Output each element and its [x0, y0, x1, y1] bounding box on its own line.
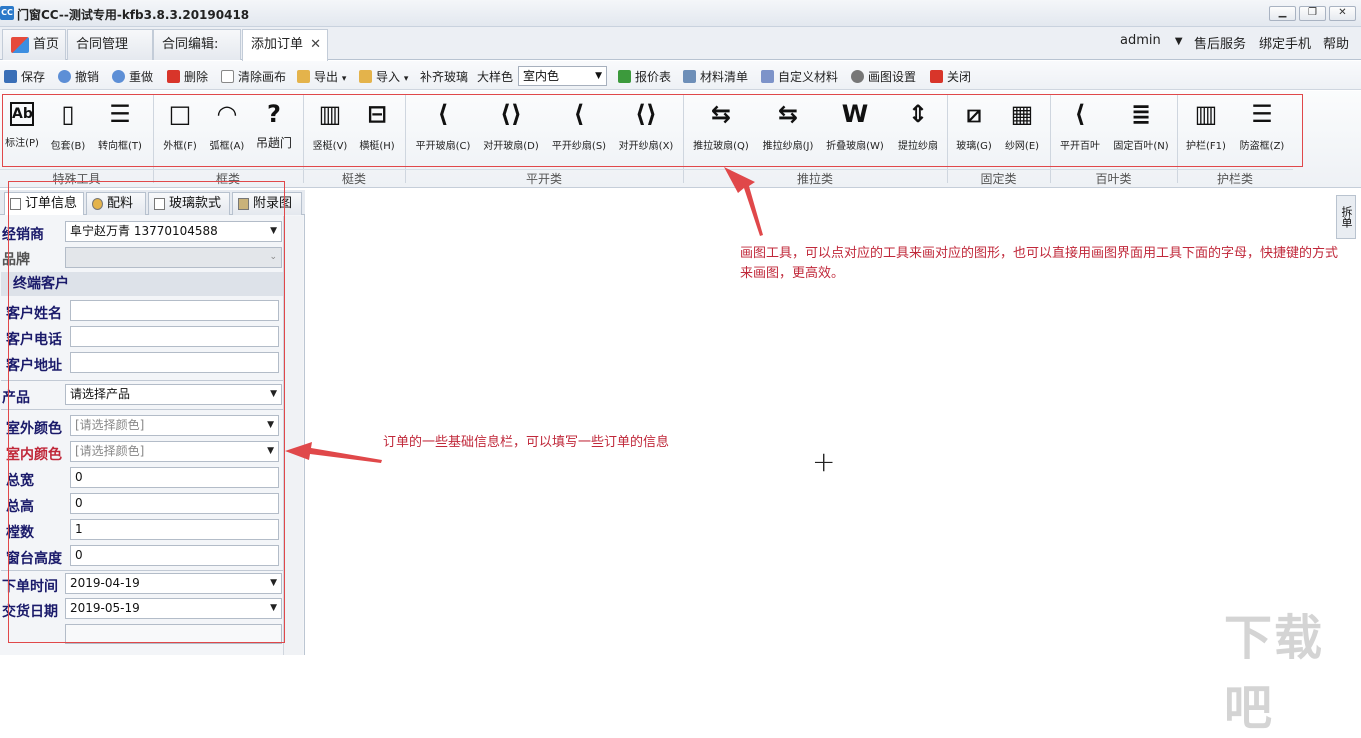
arrow-to-order-info — [285, 442, 382, 463]
arrow-to-tools — [724, 167, 763, 236]
draw-tools-annotation: 画图工具，可以点对应的工具来画对应的图形，也可以直接用画图界面用工具下面的字母，… — [740, 246, 1339, 281]
annotation-arrows — [285, 167, 763, 463]
order-info-annotation: 订单的一些基础信息栏，可以填写一些订单的信息 — [383, 435, 670, 450]
watermark-logo: 下载吧 — [1224, 610, 1325, 736]
